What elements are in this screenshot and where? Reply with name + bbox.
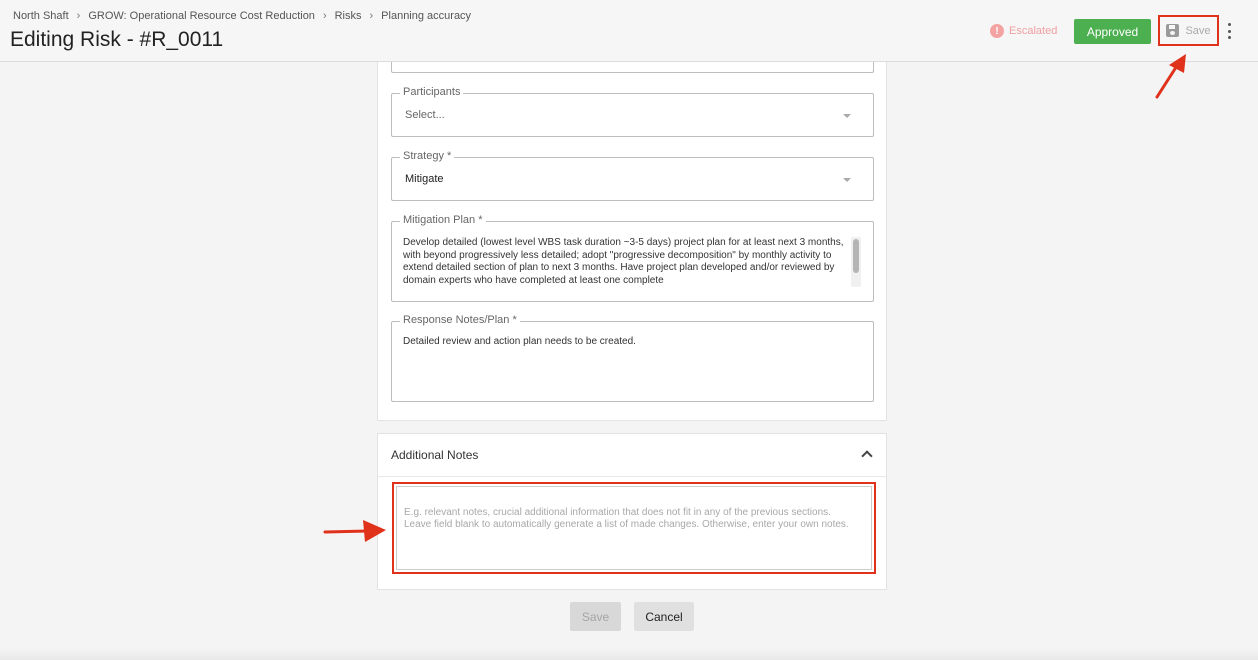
additional-notes-card: Additional Notes E.g. relevant notes, cr… [377, 433, 887, 590]
risk-form-card: Participants Select... Strategy * Mitiga… [377, 62, 887, 421]
strategy-label: Strategy * [400, 150, 455, 162]
chevron-down-icon [843, 114, 851, 118]
additional-notes-title: Additional Notes [391, 448, 479, 462]
breadcrumb-item-risks[interactable]: Risks [335, 10, 362, 22]
participants-label: Participants [400, 86, 464, 98]
breadcrumb-separator: › [322, 10, 327, 22]
page-title: Editing Risk - #R_0011 [10, 28, 224, 51]
annotation-arrow-icon [323, 520, 386, 542]
escalated-status[interactable]: ! Escalated [990, 24, 1057, 38]
chevron-down-icon [843, 178, 851, 182]
breadcrumb-separator: › [76, 10, 81, 22]
mitigation-plan-text: Develop detailed (lowest level WBS task … [403, 237, 844, 286]
breadcrumb-item-program[interactable]: GROW: Operational Resource Cost Reductio… [88, 10, 315, 22]
breadcrumb-separator: › [369, 10, 374, 22]
strategy-select[interactable]: Strategy * Mitigate [391, 150, 874, 201]
participants-placeholder: Select... [405, 109, 445, 121]
additional-notes-textarea[interactable]: E.g. relevant notes, crucial additional … [392, 482, 876, 574]
floppy-disk-icon [1166, 24, 1180, 37]
response-notes-label: Response Notes/Plan * [400, 314, 520, 326]
breadcrumb-item-project[interactable]: North Shaft [13, 10, 69, 22]
save-button[interactable]: Save [570, 602, 621, 631]
header-save-button[interactable]: Save [1158, 15, 1219, 46]
cancel-button[interactable]: Cancel [634, 602, 694, 631]
additional-notes-header[interactable]: Additional Notes [378, 434, 886, 477]
more-options-icon[interactable] [1225, 23, 1233, 39]
breadcrumb-item-current: Planning accuracy [381, 10, 472, 22]
chevron-up-icon[interactable] [861, 450, 873, 462]
response-notes-text: Detailed review and action plan needs to… [403, 336, 636, 347]
response-notes-textarea[interactable]: Response Notes/Plan * Detailed review an… [391, 314, 874, 402]
mitigation-plan-label: Mitigation Plan * [400, 214, 486, 226]
strategy-value: Mitigate [405, 173, 444, 185]
participants-select[interactable]: Participants Select... [391, 86, 874, 137]
header-save-label: Save [1185, 24, 1211, 37]
bottom-shadow [0, 648, 1258, 660]
mitigation-plan-textarea[interactable]: Mitigation Plan * Develop detailed (lowe… [391, 214, 874, 302]
approved-button[interactable]: Approved [1074, 19, 1151, 44]
mitigation-plan-scrollbar[interactable] [851, 237, 861, 287]
escalated-label: Escalated [1009, 25, 1058, 37]
top-bar: North Shaft › GROW: Operational Resource… [0, 0, 1258, 62]
previous-field-stub[interactable] [391, 62, 874, 73]
breadcrumb: North Shaft › GROW: Operational Resource… [13, 10, 471, 22]
additional-notes-placeholder: E.g. relevant notes, crucial additional … [404, 507, 849, 531]
alert-icon: ! [990, 24, 1004, 38]
annotation-arrow-icon [1155, 54, 1186, 99]
